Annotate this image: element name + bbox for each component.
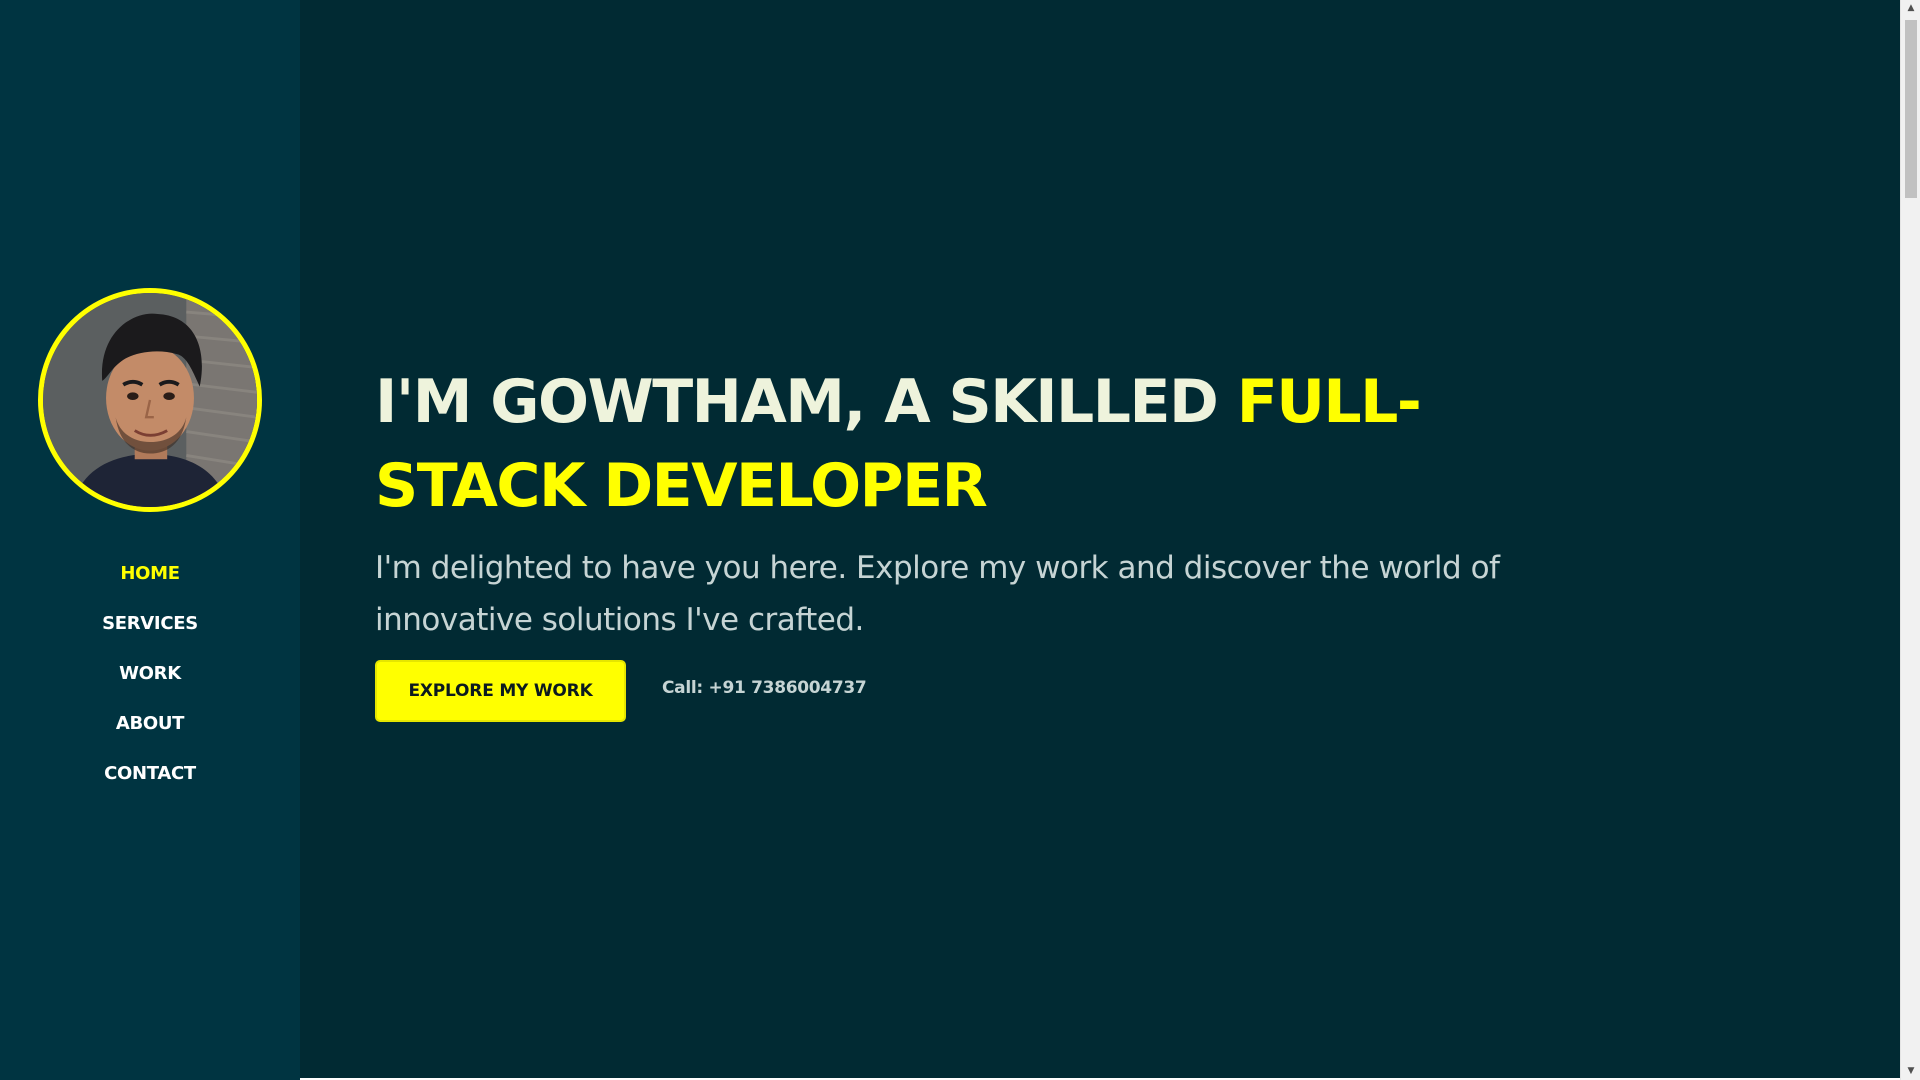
headline-plain: I'M GOWTHAM, A SKILLED (375, 367, 1237, 437)
nav-item-home[interactable]: HOME (0, 556, 300, 606)
page: HOME SERVICES WORK ABOUT CONTACT I'M GOW… (0, 0, 1920, 1080)
sidebar: HOME SERVICES WORK ABOUT CONTACT (0, 0, 300, 1080)
cta-row: EXPLORE MY WORK Call: +91 7386004737 (375, 660, 867, 722)
nav-item-services[interactable]: SERVICES (0, 606, 300, 656)
sidebar-nav: HOME SERVICES WORK ABOUT CONTACT (0, 556, 300, 806)
explore-my-work-button[interactable]: EXPLORE MY WORK (375, 660, 626, 722)
vertical-scrollbar[interactable]: ▲ ▼ (1900, 0, 1920, 1080)
avatar-photo (43, 293, 257, 507)
nav-item-about[interactable]: ABOUT (0, 706, 300, 756)
triangle-up-icon[interactable]: ▲ (1901, 0, 1920, 17)
call-phone-link[interactable]: Call: +91 7386004737 (662, 678, 867, 698)
scrollbar-thumb[interactable] (1905, 20, 1917, 198)
hero-subtitle: I'm delighted to have you here. Explore … (375, 550, 1500, 638)
hero-headline: I'M GOWTHAM, A SKILLED FULL-STACK DEVELO… (375, 360, 1555, 528)
nav-item-work[interactable]: WORK (0, 656, 300, 706)
triangle-down-icon[interactable]: ▼ (1901, 1063, 1920, 1080)
nav-item-contact[interactable]: CONTACT (0, 756, 300, 806)
hero: I'M GOWTHAM, A SKILLED FULL-STACK DEVELO… (375, 360, 1555, 646)
avatar (38, 288, 262, 512)
